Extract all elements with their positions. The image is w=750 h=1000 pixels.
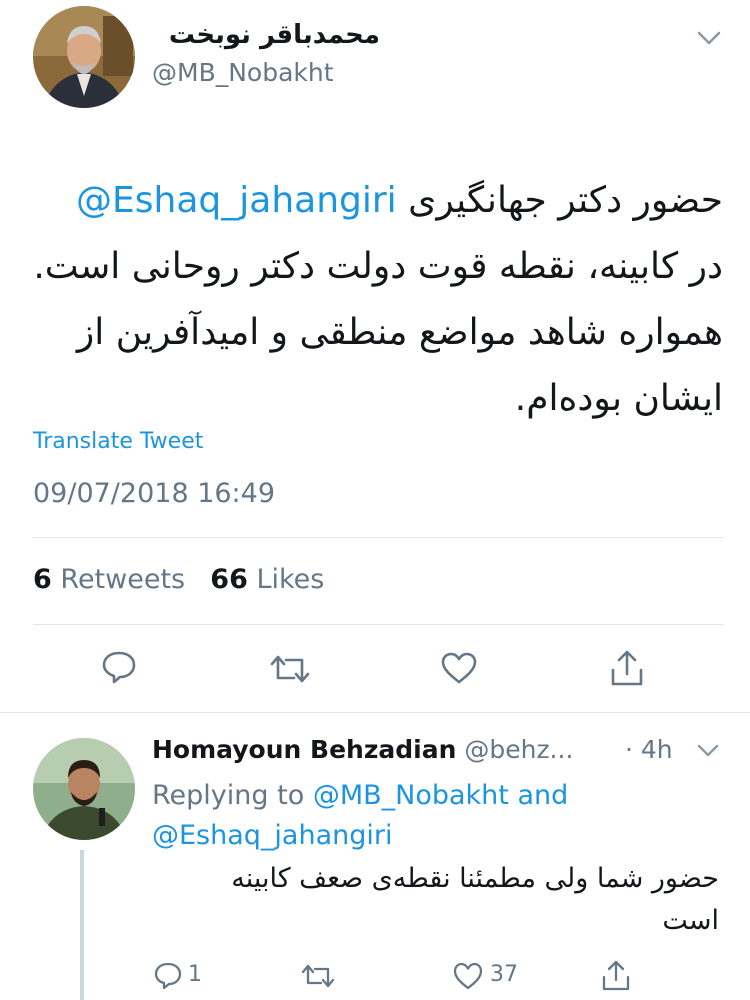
chevron-down-icon[interactable] [697,30,721,46]
reply-count[interactable]: 1 [188,961,202,989]
author-handle[interactable]: @MB_Nobakht [152,58,334,88]
tweet-line-3: همواره شاهد مواضع منطقی و امیدآفرین از [76,312,723,353]
tweet-line-4: ایشان بوده‌ام. [514,378,723,419]
author-avatar[interactable] [33,6,135,108]
reply-header: Homayoun Behzadian @behz... [152,734,692,766]
reply-author-avatar[interactable] [33,738,135,840]
retweets-count[interactable]: 6 [33,564,52,595]
tweet-timestamp[interactable]: 09/07/2018 16:49 [33,478,275,510]
translate-tweet-link[interactable]: Translate Tweet [33,428,203,456]
like-icon[interactable] [452,962,484,990]
tweet-body: حضور دکتر جهانگیری @Eshaq_jahangiri در ک… [33,168,723,432]
reply-author-handle[interactable]: @behz... [464,735,573,764]
replying-to: Replying to @MB_Nobakht and @Eshaq_jahan… [152,776,732,856]
likes-count[interactable]: 66 [210,564,248,595]
mention-link[interactable]: @Eshaq_jahangiri [76,180,397,221]
section-divider [0,712,750,713]
reply-icon[interactable] [101,649,137,685]
like-icon[interactable] [440,651,478,685]
tweet-text-segment: حضور دکتر جهانگیری [408,180,723,221]
replying-mention-1[interactable]: @MB_Nobakht [313,780,509,811]
reply-icon[interactable] [153,961,183,991]
replying-prefix: Replying to [152,780,305,811]
retweets-label[interactable]: Retweets [60,564,185,595]
share-icon[interactable] [601,958,631,992]
share-icon[interactable] [609,648,645,688]
reply-text-line-2: است [662,905,719,936]
reply-like-count[interactable]: 37 [490,961,518,989]
tweet-stats: 6 Retweets 66 Likes [33,564,324,596]
author-name[interactable]: محمدباقر نوبخت [150,20,380,50]
retweet-icon[interactable] [268,652,312,686]
replying-and: and [517,780,569,811]
replying-mention-2[interactable]: @Eshaq_jahangiri [152,820,392,851]
retweet-icon[interactable] [300,962,336,990]
divider [33,624,724,625]
reply-author-name[interactable]: Homayoun Behzadian [152,735,456,764]
reply-time[interactable]: · 4h [625,734,673,766]
divider [33,537,724,538]
tweet-line-1: حضور دکتر جهانگیری @Eshaq_jahangiri [33,168,723,234]
chevron-down-icon[interactable] [697,743,719,757]
reply-text-line-1: حضور شما ولی مطمئنا نقطه‌ی صعف کابینه [231,863,719,894]
likes-label[interactable]: Likes [256,564,324,595]
thread-line [80,850,84,1000]
tweet-line-2: در کابینه، نقطه قوت دولت دکتر روحانی است… [33,246,723,287]
